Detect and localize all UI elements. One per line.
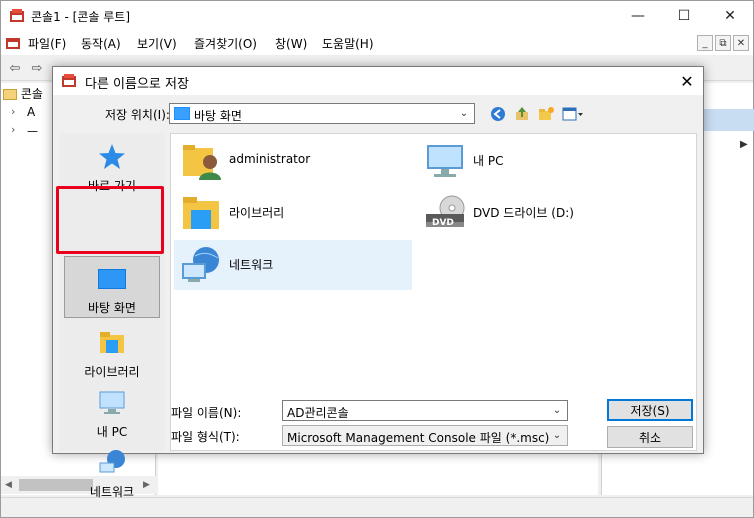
- place-quick-access[interactable]: 바로 가기: [59, 137, 165, 197]
- mdi-close-button[interactable]: ✕: [733, 35, 749, 51]
- place-desktop[interactable]: 바탕 화면: [59, 256, 165, 319]
- places-bar: 바로 가기 바탕 화면 라이브러리 내 PC 네트워크: [59, 133, 165, 499]
- file-item-label: administrator: [229, 152, 311, 166]
- maximize-button[interactable]: ☐: [661, 1, 707, 31]
- filename-value: AD관리콘솔: [287, 406, 349, 420]
- library-folder-icon: [100, 332, 124, 353]
- menu-file[interactable]: 파일(F): [28, 35, 66, 52]
- filetype-label: 파일 형식(T):: [171, 430, 240, 444]
- file-item-administrator[interactable]: administrator: [174, 136, 412, 186]
- view-menu-icon[interactable]: [561, 105, 585, 123]
- menu-action[interactable]: 동작(A): [81, 35, 121, 52]
- menu-help[interactable]: 도움말(H): [322, 35, 374, 52]
- menu-view[interactable]: 보기(V): [137, 35, 177, 52]
- folder-icon: [3, 89, 17, 100]
- tree-root[interactable]: 콘솔: [3, 85, 43, 103]
- filename-field[interactable]: AD관리콘솔 ⌄: [282, 400, 568, 421]
- scroll-left-icon[interactable]: ◀: [5, 480, 12, 490]
- network-icon: [182, 247, 219, 282]
- place-this-pc[interactable]: 내 PC: [59, 383, 165, 443]
- network-icon: [99, 450, 125, 473]
- mmc-app-icon: [10, 9, 24, 22]
- dvd-badge: DVD: [432, 218, 454, 228]
- mmc-title-text: 콘솔1 - [콘솔 루트]: [31, 10, 131, 24]
- file-item-label: DVD 드라이브 (D:): [473, 206, 574, 220]
- library-folder-icon: [183, 197, 219, 229]
- tree-item[interactable]: ㅡ: [27, 123, 38, 140]
- file-item-label: 네트워크: [229, 258, 274, 272]
- file-item-label: 내 PC: [473, 154, 504, 168]
- dialog-close-button[interactable]: ✕: [677, 71, 697, 91]
- tree-item[interactable]: A: [27, 105, 35, 119]
- mmc-app-icon: [62, 74, 76, 87]
- place-label: 바로 가기: [88, 179, 136, 193]
- minimize-button[interactable]: —: [615, 1, 661, 31]
- desktop-icon: [98, 269, 126, 289]
- file-item-dvd-drive[interactable]: DVD DVD 드라이브 (D:): [418, 188, 656, 238]
- save-as-dialog: 다른 이름으로 저장 ✕ 저장 위치(I): 바탕 화면 ⌄ 바로 가기 바탕 …: [52, 66, 704, 499]
- place-network[interactable]: 네트워크: [59, 443, 165, 503]
- desktop-icon: [174, 107, 190, 120]
- menu-favorites[interactable]: 즐겨찾기(O): [194, 35, 257, 52]
- back-icon[interactable]: ⇦: [5, 58, 25, 78]
- tree-expander-icon[interactable]: ›: [11, 105, 15, 118]
- filename-label: 파일 이름(N):: [171, 406, 242, 420]
- dialog-title-bar: 다른 이름으로 저장 ✕: [53, 67, 703, 95]
- menu-window[interactable]: 창(W): [275, 35, 307, 52]
- save-location-dropdown[interactable]: 바탕 화면 ⌄: [169, 103, 475, 124]
- save-location-label: 저장 위치(I):: [105, 108, 170, 122]
- file-item-this-pc[interactable]: 내 PC: [418, 136, 656, 186]
- up-folder-icon[interactable]: [513, 105, 531, 123]
- mmc-menubar: 파일(F) 동작(A) 보기(V) 즐겨찾기(O) 창(W) 도움말(H): [1, 31, 753, 55]
- place-label: 내 PC: [96, 425, 128, 439]
- tree-expander-icon[interactable]: ›: [11, 123, 15, 136]
- place-label: 라이브러리: [84, 365, 140, 379]
- save-button[interactable]: 저장(S): [607, 399, 693, 421]
- chevron-down-icon[interactable]: ⌄: [458, 107, 470, 119]
- place-label: 네트워크: [89, 485, 135, 499]
- computer-icon: [427, 145, 463, 177]
- file-item-libraries[interactable]: 라이브러리: [174, 188, 412, 238]
- chevron-down-icon[interactable]: ⌄: [551, 404, 563, 416]
- dialog-title: 다른 이름으로 저장: [85, 77, 189, 92]
- close-button[interactable]: ✕: [707, 1, 753, 31]
- mdi-restore-button[interactable]: ⧉: [715, 35, 731, 51]
- computer-icon: [99, 391, 125, 414]
- filetype-dropdown[interactable]: Microsoft Management Console 파일 (*.msc) …: [282, 425, 568, 446]
- save-location-value: 바탕 화면: [194, 109, 242, 123]
- mmc-title-bar: 콘솔1 - [콘솔 루트] — ☐ ✕: [1, 1, 753, 31]
- tree-root-label: 콘솔: [20, 87, 43, 101]
- forward-icon[interactable]: ⇨: [27, 58, 47, 78]
- user-folder-icon: [183, 145, 221, 180]
- mdi-minimize-button[interactable]: _: [697, 35, 713, 51]
- back-icon[interactable]: [489, 105, 507, 123]
- new-folder-icon[interactable]: [537, 105, 555, 123]
- star-icon: [99, 144, 125, 169]
- file-item-label: 라이브러리: [229, 206, 285, 220]
- filetype-value: Microsoft Management Console 파일 (*.msc): [287, 431, 550, 445]
- cancel-button[interactable]: 취소: [607, 426, 693, 448]
- file-item-network[interactable]: 네트워크: [174, 240, 412, 290]
- place-libraries[interactable]: 라이브러리: [59, 323, 165, 383]
- chevron-down-icon[interactable]: ⌄: [551, 429, 563, 441]
- place-label: 바탕 화면: [88, 301, 136, 315]
- console-icon: [6, 38, 20, 49]
- chevron-right-icon[interactable]: ▶: [740, 139, 748, 150]
